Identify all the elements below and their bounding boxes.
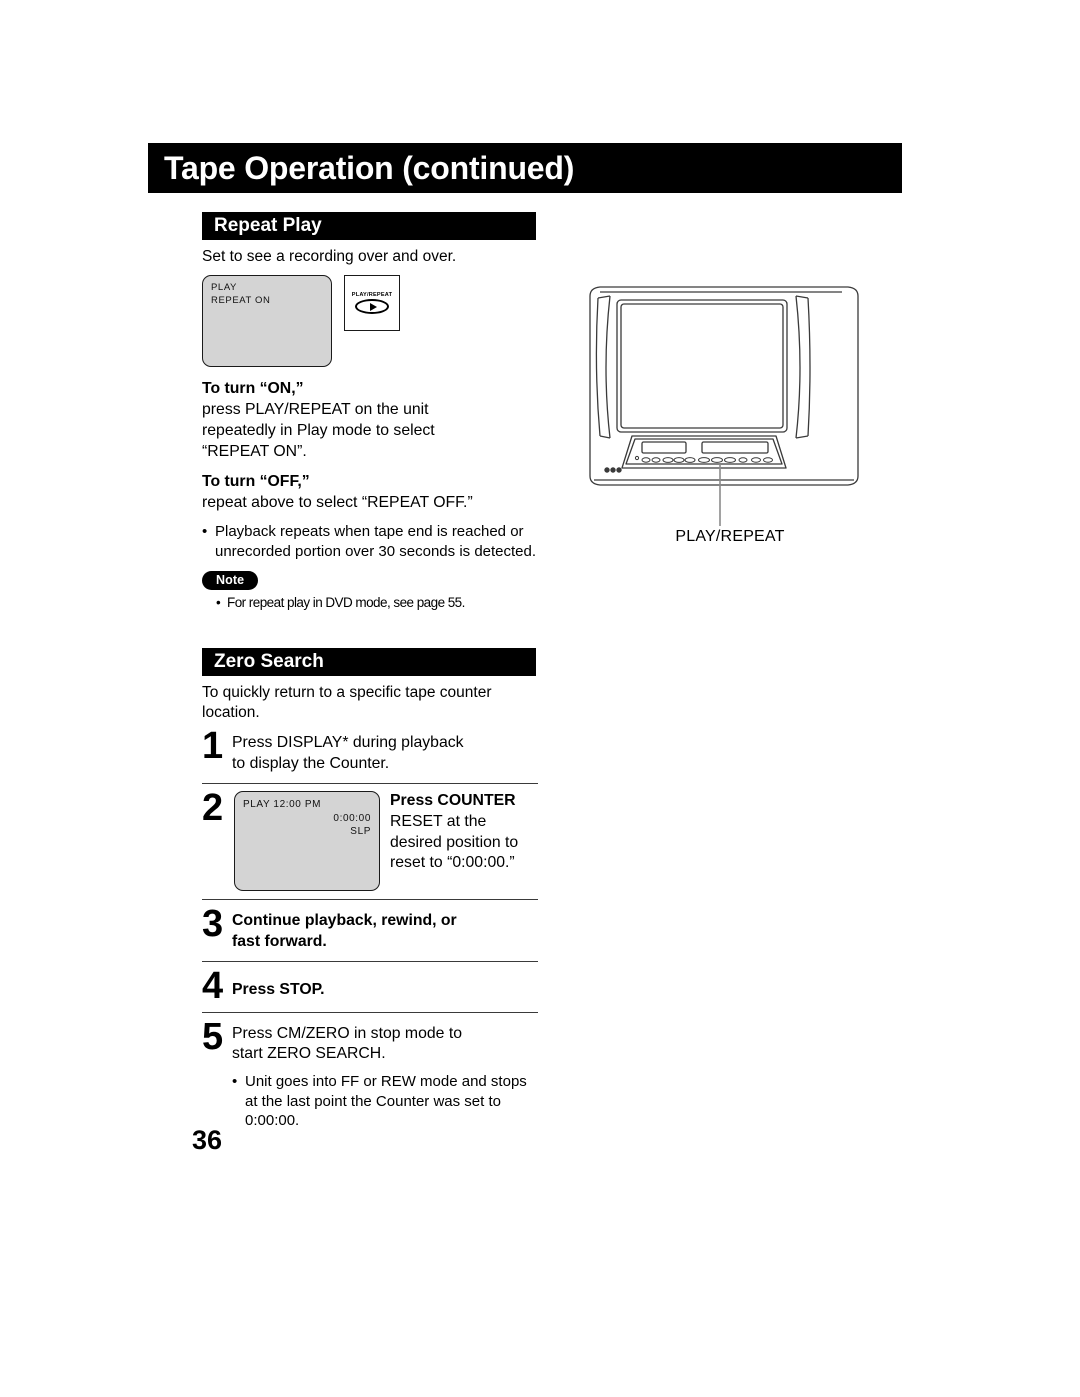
turn-on-line3: “REPEAT ON”. bbox=[202, 442, 307, 460]
step-5: 5 Press CM/ZERO in stop mode to start ZE… bbox=[202, 1013, 538, 1140]
step-4: 4 Press STOP. bbox=[202, 962, 538, 1012]
osd-screen-counter: PLAY 12:00 PM 0:00:00 SLP bbox=[234, 790, 380, 891]
button-detail-play-repeat: PLAY/REPEAT bbox=[344, 275, 400, 332]
step-3: 3 Continue playback, rewind, or fast for… bbox=[202, 900, 538, 961]
step-number: 1 bbox=[202, 725, 223, 768]
step4-line1: Press STOP. bbox=[232, 980, 325, 998]
zero-search-block: Zero Search To quickly return to a speci… bbox=[202, 648, 538, 1139]
step-2: 2 PLAY 12:00 PM 0:00:00 SLP Press COUNTE… bbox=[202, 784, 538, 899]
button-detail-label: PLAY/REPEAT bbox=[351, 292, 393, 299]
section-title-repeat-play: Repeat Play bbox=[214, 215, 322, 236]
section-header-repeat-play: Repeat Play bbox=[202, 212, 536, 240]
step2-line3: desired position to bbox=[390, 833, 519, 851]
tv-vcr-illustration bbox=[580, 278, 880, 548]
step-number: 5 bbox=[202, 1015, 223, 1058]
turn-on-bold: press PLAY/REPEAT bbox=[202, 401, 351, 419]
bullet-text: Playback repeats when tape end is reache… bbox=[215, 523, 537, 560]
play-oval-icon bbox=[355, 299, 389, 315]
callout-label-play-repeat: PLAY/REPEAT bbox=[675, 528, 785, 545]
zero-search-intro: To quickly return to a specific tape cou… bbox=[202, 684, 492, 721]
step2-bold1: Press COUNTER bbox=[390, 791, 516, 809]
note-badge: Note bbox=[202, 571, 259, 591]
osd-screen-repeat-on: PLAY REPEAT ON bbox=[202, 275, 332, 368]
repeat-play-instructions: To turn “ON,” press PLAY/REPEAT on the u… bbox=[202, 379, 538, 513]
turn-on-line2: repeatedly in Play mode to select bbox=[202, 422, 435, 440]
step3-line2: fast forward. bbox=[232, 932, 327, 950]
step-1: 1 Press DISPLAY* during playback to disp… bbox=[202, 722, 538, 783]
osd-line-play: PLAY bbox=[211, 282, 237, 294]
step1-line2: to display the Counter. bbox=[232, 755, 390, 773]
manual-page: Tape Operation (continued) Repeat Play S… bbox=[0, 0, 1080, 1397]
list-item: • Playback repeats when tape end is reac… bbox=[202, 522, 538, 561]
step1-bold: Press DISPLAY* bbox=[232, 734, 349, 752]
repeat-play-graphics: PLAY REPEAT ON PLAY/REPEAT bbox=[202, 275, 538, 368]
osd-line-counter: 0:00:00 bbox=[333, 812, 371, 824]
turn-off-text: repeat above to select “REPEAT OFF.” bbox=[202, 493, 473, 511]
turn-on-heading: To turn “ON,” bbox=[202, 380, 304, 398]
step5-line2: start ZERO SEARCH. bbox=[232, 1045, 386, 1063]
tv-vcr-combo-icon bbox=[589, 286, 859, 526]
step1-rest: during playback bbox=[348, 734, 464, 752]
step2-line4: reset to “0:00:00.” bbox=[390, 854, 515, 872]
section-title-zero-search: Zero Search bbox=[214, 651, 324, 673]
osd-line-repeat-on: REPEAT ON bbox=[211, 294, 271, 306]
page-title: Tape Operation (continued) bbox=[164, 149, 575, 186]
section-header-zero-search: Zero Search bbox=[202, 648, 536, 677]
step3-line1: Continue playback, rewind, or bbox=[232, 911, 457, 929]
osd-line-play-time: PLAY 12:00 PM bbox=[243, 798, 322, 810]
step5-bold: Press CM/ZERO bbox=[232, 1024, 350, 1042]
bullet-dot-icon: • bbox=[202, 523, 208, 541]
page-number: 36 bbox=[192, 1125, 223, 1155]
step5-rest: in stop mode to bbox=[349, 1024, 463, 1042]
page-header-bar: Tape Operation (continued) bbox=[148, 143, 902, 193]
content-column: Repeat Play Set to see a recording over … bbox=[202, 212, 538, 1140]
note-text: For repeat play in DVD mode, see page 55… bbox=[227, 595, 465, 611]
step-number: 3 bbox=[202, 902, 223, 945]
list-item: • Unit goes into FF or REW mode and stop… bbox=[232, 1072, 538, 1131]
turn-on-rest: on the unit bbox=[350, 401, 429, 419]
turn-off-heading: To turn “OFF,” bbox=[202, 472, 310, 490]
step-number: 4 bbox=[202, 964, 223, 1007]
repeat-play-bullets: • Playback repeats when tape end is reac… bbox=[202, 522, 538, 561]
step5-bullet-text: Unit goes into FF or REW mode and stops … bbox=[245, 1073, 527, 1130]
repeat-play-intro: Set to see a recording over and over. bbox=[202, 248, 457, 265]
step-number: 2 bbox=[202, 786, 223, 829]
step2-bold2: RESET bbox=[390, 812, 443, 830]
note-block: Note • For repeat play in DVD mode, see … bbox=[202, 571, 538, 610]
bullet-dot-icon: • bbox=[216, 595, 221, 611]
osd-line-speed: SLP bbox=[350, 826, 371, 838]
note-list-item: • For repeat play in DVD mode, see page … bbox=[202, 595, 538, 610]
step2-rest2: at the bbox=[442, 812, 487, 830]
bullet-dot-icon: • bbox=[232, 1073, 238, 1091]
